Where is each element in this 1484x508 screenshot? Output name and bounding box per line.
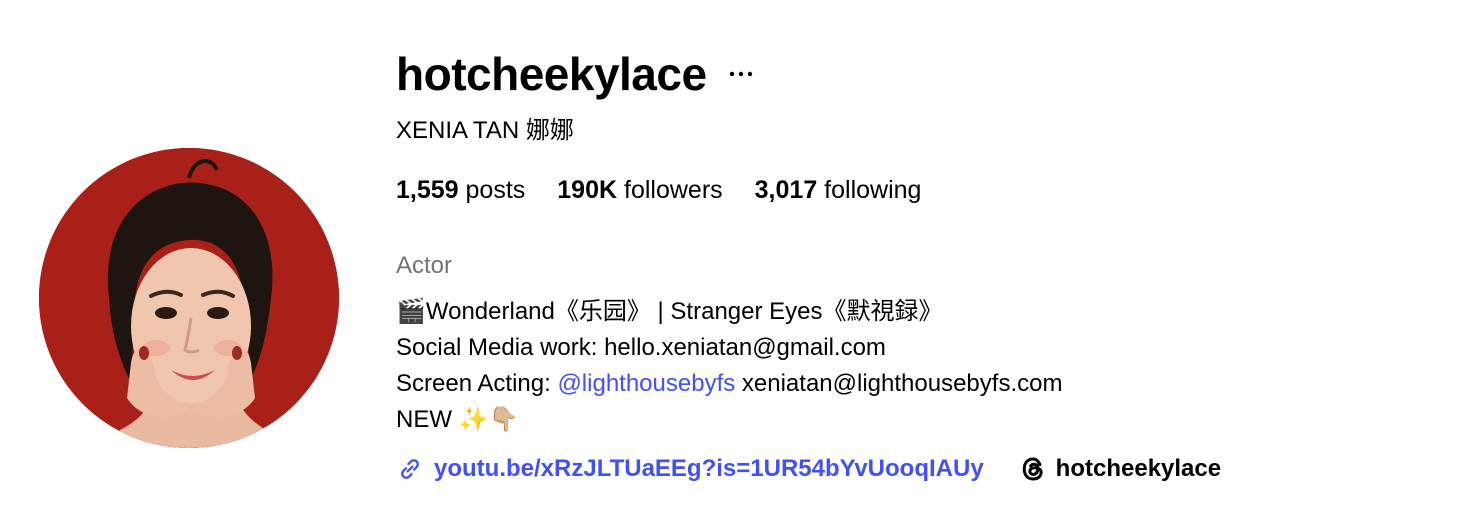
threads-icon xyxy=(1018,454,1048,484)
profile-bio: 🎬Wonderland《乐园》 | Stranger Eyes《默視録》 Soc… xyxy=(396,294,1062,438)
bio-line: Screen Acting: @lighthousebyfs xeniatan@… xyxy=(396,366,1062,402)
followers-link[interactable]: 190K followers xyxy=(557,174,722,206)
bio-text: xeniatan@lighthousebyfs.com xyxy=(735,370,1063,397)
external-link[interactable]: youtu.be/xRzJLTUaEEg?is=1UR54bYvUooqIAUy xyxy=(396,452,984,486)
avatar-portrait-image xyxy=(39,148,339,448)
bio-line: 🎬Wonderland《乐园》 | Stranger Eyes《默視録》 xyxy=(396,298,943,325)
bio-line: Social Media work: hello.xeniatan@gmail.… xyxy=(396,334,886,361)
bio-line: NEW ✨👇🏼 xyxy=(396,406,519,433)
profile-category: Actor xyxy=(396,252,453,279)
username-row: hotcheekylace xyxy=(396,48,755,100)
followers-count-value: 190K xyxy=(557,176,618,204)
external-link-text: youtu.be/xRzJLTUaEEg?is=1UR54bYvUooqIAUy xyxy=(434,455,984,482)
posts-count: 1,559 posts xyxy=(396,174,525,206)
full-name: XENIA TAN 娜娜 xyxy=(396,117,574,144)
following-count-label: following xyxy=(824,176,922,204)
bio-mention-link[interactable]: @lighthousebyfs xyxy=(557,370,735,397)
profile-avatar[interactable] xyxy=(39,148,339,448)
posts-count-value: 1,559 xyxy=(396,176,459,204)
profile-stats: 1,559 posts 190K followers 3,017 followi… xyxy=(396,174,953,206)
profile-header: hotcheekylace XENIA TAN 娜娜 1,559 posts 1… xyxy=(0,0,1484,508)
username: hotcheekylace xyxy=(396,48,707,100)
following-count-value: 3,017 xyxy=(754,176,818,204)
threads-link-text: hotcheekylace xyxy=(1055,455,1222,482)
profile-links: youtu.be/xRzJLTUaEEg?is=1UR54bYvUooqIAUy… xyxy=(396,452,1221,486)
bio-text: Screen Acting: xyxy=(396,370,558,397)
followers-count-label: followers xyxy=(624,176,723,204)
link-icon xyxy=(396,455,424,483)
more-horizontal-icon[interactable] xyxy=(727,60,755,88)
posts-count-label: posts xyxy=(465,176,526,204)
following-link[interactable]: 3,017 following xyxy=(755,174,922,206)
threads-profile-link[interactable]: hotcheekylace xyxy=(1018,452,1221,486)
